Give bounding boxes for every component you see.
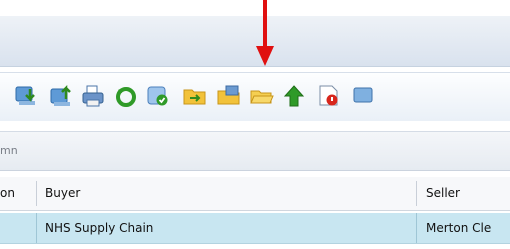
- folder-open-icon[interactable]: [249, 83, 275, 109]
- column-header-seller[interactable]: Seller: [426, 177, 460, 210]
- import-down-icon[interactable]: [13, 83, 39, 109]
- column-header-partial[interactable]: on: [0, 177, 15, 210]
- red-annotation-arrow: [256, 0, 274, 66]
- document-stop-icon[interactable]: [316, 83, 342, 109]
- print-icon[interactable]: [80, 83, 106, 109]
- column-separator[interactable]: [36, 181, 37, 206]
- refresh-recycle-icon[interactable]: [113, 83, 139, 109]
- column-separator[interactable]: [416, 181, 417, 206]
- document-blue-icon[interactable]: [350, 83, 376, 109]
- group-hint-text: mn: [0, 144, 18, 157]
- cell-buyer[interactable]: NHS Supply Chain: [45, 213, 153, 243]
- export-up-icon[interactable]: [48, 83, 74, 109]
- grid-header-row: on Buyer Seller: [0, 177, 510, 211]
- folder-arrow-icon[interactable]: [182, 83, 208, 109]
- column-header-buyer[interactable]: Buyer: [45, 177, 80, 210]
- group-by-area[interactable]: mn: [0, 131, 510, 171]
- cell-separator: [416, 213, 417, 243]
- toolbar: [0, 72, 510, 122]
- cell-seller[interactable]: Merton Cle: [426, 213, 491, 243]
- folder-edit-icon[interactable]: [216, 83, 242, 109]
- cell-separator: [36, 213, 37, 243]
- document-ok-icon[interactable]: [145, 83, 171, 109]
- spacer: [0, 121, 510, 131]
- table-row[interactable]: NHS Supply Chain Merton Cle: [0, 213, 510, 244]
- green-up-arrow-icon[interactable]: [281, 83, 307, 109]
